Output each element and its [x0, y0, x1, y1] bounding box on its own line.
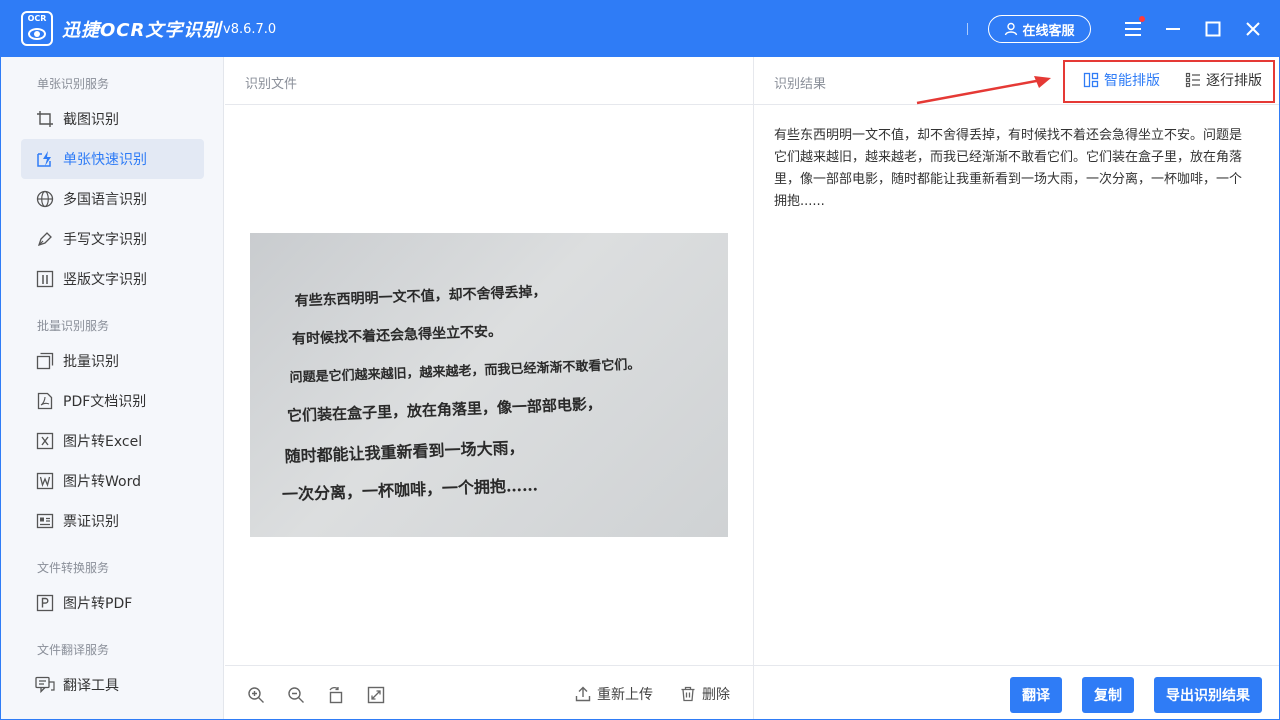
sidebar-item-word[interactable]: 图片转Word	[21, 461, 204, 501]
sidebar-item-label: 翻译工具	[63, 678, 119, 694]
sidebar-item-label: 手写文字识别	[63, 232, 147, 248]
zoom-out-button[interactable]	[286, 685, 306, 705]
section-title-single: 单张识别服务	[37, 77, 110, 91]
sidebar-item-label: PDF文档识别	[63, 394, 147, 410]
sidebar-item-excel[interactable]: 图片转Excel	[21, 421, 204, 461]
maximize-icon	[1205, 21, 1221, 37]
photo-text-line: 有时候找不着还会急得坐立不安。	[291, 323, 503, 348]
batch-icon	[35, 351, 55, 371]
smart-layout-label: 智能排版	[1104, 73, 1160, 89]
vertical-text-icon	[35, 269, 55, 289]
sidebar-item-label: 图片转PDF	[63, 596, 133, 612]
sidebar-item-screenshot[interactable]: 截图识别	[21, 99, 204, 139]
sidebar-item-label: 批量识别	[63, 354, 119, 370]
minimize-button[interactable]	[1159, 15, 1187, 43]
app-window: OCR 迅捷OCR文字识别 v8.6.7.0 在线客服 单张识别服务 截图识别	[0, 0, 1280, 720]
excel-icon	[35, 431, 55, 451]
ticket-icon	[35, 511, 55, 531]
app-title: 迅捷OCR文字识别	[62, 20, 222, 41]
sidebar: 单张识别服务 截图识别 单张快速识别 多国语言识别 手写文字识别 竖版文字识别 …	[1, 57, 224, 719]
titlebar-divider	[967, 23, 968, 35]
sidebar-item-label: 多国语言识别	[63, 192, 147, 208]
sidebar-item-multilang[interactable]: 多国语言识别	[21, 179, 204, 219]
source-panel-toolbar: 重新上传 删除	[225, 665, 753, 719]
sidebar-item-label: 图片转Excel	[63, 434, 143, 450]
result-panel: 识别结果 智能排版 逐行排版 有些东西明明一文不值，却不舍得丢掉，有时候找不着还…	[753, 57, 1279, 719]
source-panel-title: 识别文件	[245, 77, 298, 92]
sidebar-item-translate[interactable]: 翻译工具	[21, 665, 204, 705]
globe-icon	[35, 189, 55, 209]
result-panel-toolbar: 翻译 复制 导出识别结果	[754, 665, 1279, 719]
app-logo-icon: OCR	[21, 11, 53, 46]
sidebar-item-label: 截图识别	[63, 112, 119, 128]
fit-screen-icon	[367, 686, 385, 704]
pdf-icon	[35, 391, 55, 411]
title-bar: OCR 迅捷OCR文字识别 v8.6.7.0 在线客服	[1, 1, 1279, 57]
sidebar-item-image-pdf[interactable]: 图片转PDF	[21, 583, 204, 623]
delete-label: 删除	[702, 687, 730, 703]
delete-button[interactable]: 删除	[680, 684, 730, 704]
user-icon	[1005, 22, 1018, 36]
sidebar-item-label: 票证识别	[63, 514, 119, 530]
photo-text-line: 随时都能让我重新看到一场大雨，	[284, 437, 525, 467]
sidebar-item-ticket[interactable]: 票证识别	[21, 501, 204, 541]
zoom-in-button[interactable]	[246, 685, 266, 705]
line-layout-label: 逐行排版	[1206, 73, 1262, 89]
zoom-in-icon	[248, 687, 264, 703]
rotate-icon	[329, 686, 343, 704]
quick-scan-icon	[35, 149, 55, 169]
online-service-button[interactable]: 在线客服	[988, 15, 1091, 43]
close-button[interactable]	[1239, 15, 1267, 43]
photo-text-line: 有些东西明明一文不值，却不舍得丢掉，	[294, 283, 547, 310]
sidebar-item-batch[interactable]: 批量识别	[21, 341, 204, 381]
menu-button[interactable]	[1119, 15, 1147, 43]
sidebar-item-quick-single[interactable]: 单张快速识别	[21, 139, 204, 179]
reupload-button[interactable]: 重新上传	[575, 684, 653, 704]
photo-text-line: 它们装在盒子里，放在角落里，像一部部电影，	[286, 394, 603, 425]
sidebar-item-label: 图片转Word	[63, 474, 141, 490]
reupload-label: 重新上传	[597, 687, 653, 703]
smart-layout-icon	[1083, 72, 1099, 88]
source-image-preview: 有些东西明明一文不值，却不舍得丢掉， 有时候找不着还会急得坐立不安。 问题是它们…	[250, 233, 728, 537]
notification-dot	[1139, 16, 1145, 22]
sidebar-item-label: 竖版文字识别	[63, 272, 147, 288]
translate-icon	[35, 675, 55, 695]
photo-text-line: 一次分离，一杯咖啡，一个拥抱……	[281, 475, 539, 505]
sidebar-item-vertical[interactable]: 竖版文字识别	[21, 259, 204, 299]
smart-layout-option[interactable]: 智能排版	[1083, 70, 1160, 90]
translate-button[interactable]: 翻译	[1010, 677, 1062, 713]
close-icon	[1246, 22, 1260, 36]
logo-text: OCR	[27, 14, 47, 23]
crop-icon	[35, 109, 55, 129]
sidebar-item-label: 单张快速识别	[63, 152, 147, 168]
menu-icon	[1125, 22, 1141, 36]
section-title-batch: 批量识别服务	[37, 319, 110, 333]
line-layout-icon	[1185, 72, 1200, 88]
photo-text-line: 问题是它们越来越旧，越来越老，而我已经渐渐不敢看它们。	[289, 357, 641, 386]
result-panel-title: 识别结果	[774, 77, 827, 92]
section-title-convert: 文件转换服务	[37, 561, 110, 575]
sidebar-item-handwriting[interactable]: 手写文字识别	[21, 219, 204, 259]
source-file-panel: 识别文件 有些东西明明一文不值，却不舍得丢掉， 有时候找不着还会急得坐立不安。 …	[225, 57, 753, 719]
fit-screen-button[interactable]	[366, 685, 386, 705]
upload-icon	[575, 686, 591, 702]
zoom-out-icon	[288, 687, 304, 703]
image-pdf-icon	[35, 593, 55, 613]
word-icon	[35, 471, 55, 491]
annotation-arrow	[916, 76, 1051, 105]
app-version: v8.6.7.0	[223, 22, 277, 37]
source-panel-header: 识别文件	[225, 57, 753, 105]
line-layout-option[interactable]: 逐行排版	[1185, 70, 1262, 90]
trash-icon	[681, 686, 695, 702]
maximize-button[interactable]	[1199, 15, 1227, 43]
rotate-button[interactable]	[326, 685, 346, 705]
section-title-translate: 文件翻译服务	[37, 643, 110, 657]
online-service-label: 在线客服	[1022, 23, 1075, 39]
ocr-result-text[interactable]: 有些东西明明一文不值，却不舍得丢掉，有时候找不着还会急得坐立不安。问题是它们越来…	[774, 125, 1254, 213]
export-result-button[interactable]: 导出识别结果	[1154, 677, 1262, 713]
pen-icon	[35, 229, 55, 249]
copy-button[interactable]: 复制	[1082, 677, 1134, 713]
minimize-icon	[1166, 28, 1180, 30]
sidebar-item-pdf[interactable]: PDF文档识别	[21, 381, 204, 421]
